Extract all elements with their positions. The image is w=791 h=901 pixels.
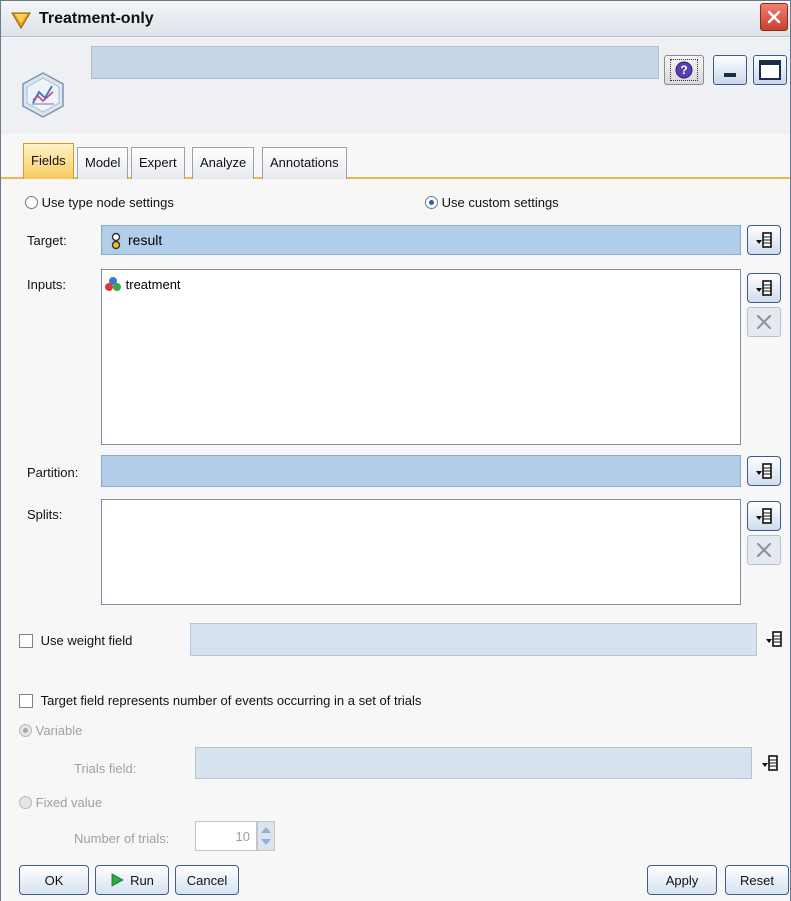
splits-list[interactable] [101, 499, 741, 605]
cancel-label: Cancel [186, 872, 228, 888]
tab-bar: Fields Model Expert Analyze Annotations [1, 137, 790, 179]
reset-button[interactable]: Reset [725, 865, 789, 895]
delete-icon [756, 314, 772, 330]
inputs-remove-button[interactable] [747, 307, 781, 337]
target-label: Target: [27, 233, 67, 248]
weight-field[interactable] [190, 623, 757, 656]
fields-panel: Use type node settings Use custom settin… [1, 181, 790, 901]
custom-settings-label: Use custom settings [441, 195, 559, 210]
number-of-trials-input[interactable]: 10 [195, 821, 257, 851]
tab-expert[interactable]: Expert [131, 147, 185, 179]
inputs-list[interactable]: treatment [101, 269, 741, 445]
minimize-icon [724, 73, 736, 77]
model-node-icon [22, 72, 64, 118]
help-button[interactable]: ? [664, 55, 704, 85]
fixed-value-option[interactable]: Fixed value [19, 795, 102, 810]
node-name-field[interactable] [91, 46, 659, 79]
fixed-value-label: Fixed value [35, 795, 103, 810]
splits-remove-button[interactable] [747, 535, 781, 565]
tab-fields[interactable]: Fields [23, 143, 74, 179]
ok-button[interactable]: OK [19, 865, 89, 895]
number-of-trials-value: 10 [235, 829, 250, 844]
inputs-label: Inputs: [27, 277, 67, 292]
apply-label: Apply [665, 872, 699, 888]
partition-label: Partition: [27, 465, 79, 480]
run-button[interactable]: Run [95, 865, 169, 895]
inputs-picker-button[interactable] [747, 273, 781, 303]
variable-option[interactable]: Variable [19, 723, 82, 738]
close-icon [767, 10, 781, 24]
maximize-icon [759, 60, 781, 80]
variable-radio[interactable] [19, 724, 32, 737]
type-node-settings-option[interactable]: Use type node settings [25, 195, 174, 210]
title-bar: Treatment-only [1, 1, 790, 37]
variable-label: Variable [35, 723, 83, 738]
minimize-button[interactable] [713, 55, 747, 85]
use-weight-checkbox[interactable] [19, 634, 33, 648]
delete-icon [756, 542, 772, 558]
trials-field-label: Trials field: [74, 761, 137, 776]
splits-label: Splits: [27, 507, 63, 522]
target-value: result [128, 232, 163, 248]
run-label: Run [130, 872, 154, 888]
use-weight-label: Use weight field [40, 633, 133, 648]
type-node-settings-label: Use type node settings [41, 195, 174, 210]
svg-text:?: ? [680, 63, 687, 77]
number-of-trials-spinner[interactable] [257, 821, 275, 851]
window-title: Treatment-only [39, 10, 154, 27]
number-of-trials-label: Number of trials: [74, 831, 170, 846]
dialog-window: Treatment-only ? Fields Model Expert Ana… [0, 0, 791, 901]
fixed-value-radio[interactable] [19, 796, 32, 809]
apply-button[interactable]: Apply [647, 865, 717, 895]
events-label: Target field represents number of events… [40, 693, 422, 708]
events-checkbox[interactable] [19, 694, 33, 708]
field-picker-icon [756, 463, 772, 479]
cancel-button[interactable]: Cancel [175, 865, 239, 895]
reset-label: Reset [740, 872, 774, 888]
target-picker-button[interactable] [747, 225, 781, 255]
maximize-button[interactable] [753, 55, 787, 85]
tab-model[interactable]: Model [77, 147, 129, 179]
run-icon [111, 873, 124, 887]
flag-field-icon [111, 232, 121, 250]
field-picker-icon [756, 280, 772, 296]
node-diamond-icon [11, 12, 31, 29]
type-node-settings-radio[interactable] [25, 196, 38, 209]
custom-settings-option[interactable]: Use custom settings [425, 195, 559, 210]
close-button[interactable] [760, 3, 788, 31]
field-picker-icon [756, 508, 772, 524]
field-picker-icon [766, 631, 782, 647]
help-icon: ? [675, 61, 693, 79]
field-picker-icon [756, 232, 772, 248]
events-option[interactable]: Target field represents number of events… [19, 693, 421, 708]
use-weight-option[interactable]: Use weight field [19, 633, 132, 648]
list-item[interactable]: treatment [104, 276, 181, 292]
target-field[interactable]: result [101, 225, 741, 255]
partition-picker-button[interactable] [747, 456, 781, 486]
trials-picker-button[interactable] [757, 749, 783, 777]
splits-picker-button[interactable] [747, 501, 781, 531]
field-picker-icon [762, 755, 778, 771]
tab-annotations[interactable]: Annotations [262, 147, 347, 179]
inputs-item-label: treatment [125, 277, 181, 292]
trials-field[interactable] [195, 747, 752, 779]
custom-settings-radio[interactable] [425, 196, 438, 209]
tab-analyze[interactable]: Analyze [192, 147, 255, 179]
nominal-field-icon [105, 277, 121, 291]
spinner-arrows-icon [261, 827, 271, 845]
ok-label: OK [44, 872, 64, 888]
dialog-header: ? [1, 38, 790, 134]
weight-picker-button[interactable] [761, 625, 787, 653]
partition-field[interactable] [101, 455, 741, 487]
